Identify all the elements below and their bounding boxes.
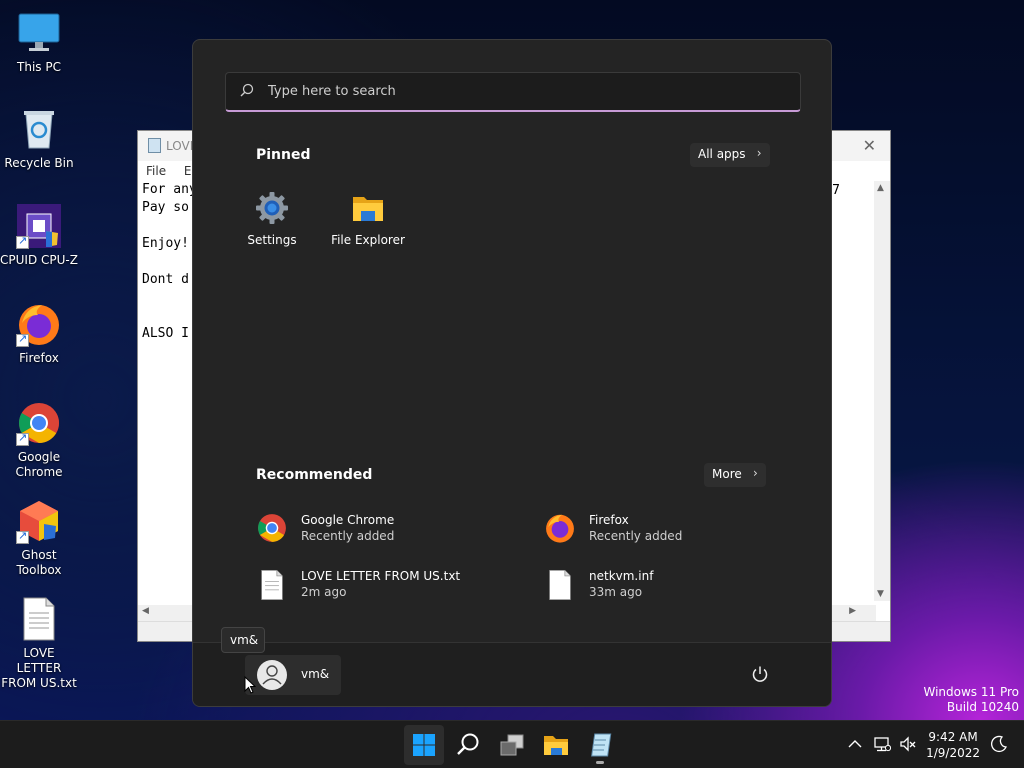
search-placeholder: Type here to search — [268, 84, 396, 99]
task-view-icon — [500, 734, 524, 756]
desktop-icon-love-letter[interactable]: LOVE LETTER FROM US.txt — [0, 596, 78, 691]
recommended-item-chrome[interactable]: Google Chrome Recently added — [256, 510, 476, 550]
notepad-icon — [591, 733, 612, 757]
avatar — [257, 660, 287, 690]
desktop-icon-recycle-bin[interactable]: Recycle Bin — [0, 106, 78, 171]
chevron-right-icon: › — [752, 466, 758, 480]
cpuz-icon — [16, 203, 62, 249]
search-icon — [457, 733, 479, 755]
recommended-item-firefox[interactable]: Firefox Recently added — [544, 510, 764, 550]
notepad-button[interactable] — [580, 725, 620, 765]
text-file-icon — [256, 568, 288, 602]
recommended-name: Google Chrome — [301, 513, 395, 527]
recommended-title: Recommended — [256, 467, 373, 483]
watermark-edition: Windows 11 Pro — [923, 685, 1019, 699]
text-file-icon — [16, 596, 62, 642]
windows-logo-icon — [413, 734, 435, 756]
clock-date: 1/9/2022 — [926, 746, 980, 760]
text-fragment: 7 — [832, 183, 840, 198]
scroll-down-icon[interactable]: ▼ — [877, 589, 884, 599]
start-menu-footer: vm& — [193, 642, 831, 706]
desktop-icon-label: Google Chrome — [15, 450, 63, 479]
task-view-button[interactable] — [492, 725, 532, 765]
folder-icon — [544, 736, 568, 755]
scroll-right-icon[interactable]: ▶ — [849, 606, 856, 616]
recommended-name: Firefox — [589, 513, 629, 527]
pinned-settings[interactable]: Settings — [224, 191, 320, 247]
firefox-icon — [544, 512, 576, 546]
monitor-icon — [16, 10, 62, 56]
search-button[interactable] — [448, 725, 488, 765]
shortcut-arrow-icon — [16, 529, 29, 544]
all-apps-label: All apps — [698, 147, 746, 161]
scroll-up-icon[interactable]: ▲ — [877, 183, 884, 193]
vertical-scrollbar[interactable]: ▲ ▼ — [874, 181, 890, 601]
desktop-icon-google-chrome[interactable]: Google Chrome — [0, 400, 78, 480]
clock[interactable]: 9:42 AM 1/9/2022 — [926, 729, 980, 761]
user-name: vm& — [301, 667, 330, 681]
desktop-icon-label: Recycle Bin — [4, 156, 74, 170]
chrome-icon — [256, 512, 288, 546]
desktop-icon-label: This PC — [17, 60, 61, 74]
desktop-icon-cpuz[interactable]: CPUID CPU-Z — [0, 203, 78, 268]
search-box[interactable]: Type here to search — [225, 72, 801, 112]
shortcut-arrow-icon — [16, 234, 29, 249]
taskbar: 9:42 AM 1/9/2022 — [0, 720, 1024, 768]
more-button[interactable]: More › — [704, 463, 766, 487]
focus-assist-moon-icon[interactable] — [990, 735, 1008, 753]
desktop-icon-firefox[interactable]: Firefox — [0, 301, 78, 366]
desktop-icon-label: CPUID CPU-Z — [0, 253, 78, 267]
desktop-icon-this-pc[interactable]: This PC — [0, 10, 78, 75]
user-tooltip: vm& — [221, 627, 265, 653]
network-icon[interactable] — [873, 735, 891, 753]
gear-icon — [255, 191, 289, 225]
scroll-left-icon[interactable]: ◀ — [142, 606, 149, 616]
desktop-icon-label: Firefox — [19, 351, 59, 365]
file-explorer-button[interactable] — [536, 725, 576, 765]
shortcut-arrow-icon — [16, 332, 29, 347]
recommended-name: LOVE LETTER FROM US.txt — [301, 569, 461, 583]
pinned-title: Pinned — [256, 147, 311, 163]
recommended-item-netkvm[interactable]: netkvm.inf 33m ago — [544, 566, 764, 606]
more-label: More — [712, 467, 742, 481]
recommended-sub: Recently added — [301, 529, 395, 543]
desktop-icon-label: LOVE LETTER FROM US.txt — [1, 646, 77, 690]
menu-file[interactable]: File — [146, 164, 166, 178]
search-icon — [240, 83, 254, 97]
volume-muted-icon[interactable] — [899, 735, 917, 753]
desktop-icon-ghost-toolbox[interactable]: Ghost Toolbox — [0, 498, 78, 578]
chevron-right-icon: › — [756, 146, 762, 160]
pinned-label: Settings — [247, 233, 297, 247]
pinned-label: File Explorer — [331, 233, 405, 247]
desktop-icon-label: Ghost Toolbox — [16, 548, 62, 577]
user-icon — [262, 665, 282, 685]
watermark-build: Build 10240 — [946, 700, 1019, 714]
recommended-sub: 2m ago — [301, 585, 347, 599]
recycle-bin-icon — [16, 106, 62, 152]
folder-icon — [351, 191, 385, 225]
chevron-up-icon[interactable] — [846, 735, 864, 753]
ghost-toolbox-icon — [16, 498, 62, 544]
recommended-item-love-letter[interactable]: LOVE LETTER FROM US.txt 2m ago — [256, 566, 496, 606]
firefox-icon — [16, 301, 62, 347]
pinned-file-explorer[interactable]: File Explorer — [320, 191, 416, 247]
recommended-sub: Recently added — [589, 529, 683, 543]
notepad-icon — [148, 138, 161, 153]
all-apps-button[interactable]: All apps › — [690, 143, 770, 167]
shortcut-arrow-icon — [16, 431, 29, 446]
text-file-icon — [544, 568, 576, 602]
running-indicator — [596, 761, 604, 764]
user-account-button[interactable]: vm& — [245, 655, 341, 695]
start-menu: Type here to search Pinned All apps › Se… — [192, 39, 832, 707]
recommended-sub: 33m ago — [589, 585, 643, 599]
clock-time: 9:42 AM — [928, 730, 978, 744]
chrome-icon — [16, 400, 62, 446]
power-icon[interactable] — [751, 665, 769, 683]
start-button[interactable] — [404, 725, 444, 765]
recommended-name: netkvm.inf — [589, 569, 654, 583]
windows-watermark: Windows 11 Pro Build 10240 — [923, 685, 1019, 715]
mouse-cursor-icon — [244, 676, 256, 694]
close-icon[interactable]: ✕ — [863, 136, 876, 155]
